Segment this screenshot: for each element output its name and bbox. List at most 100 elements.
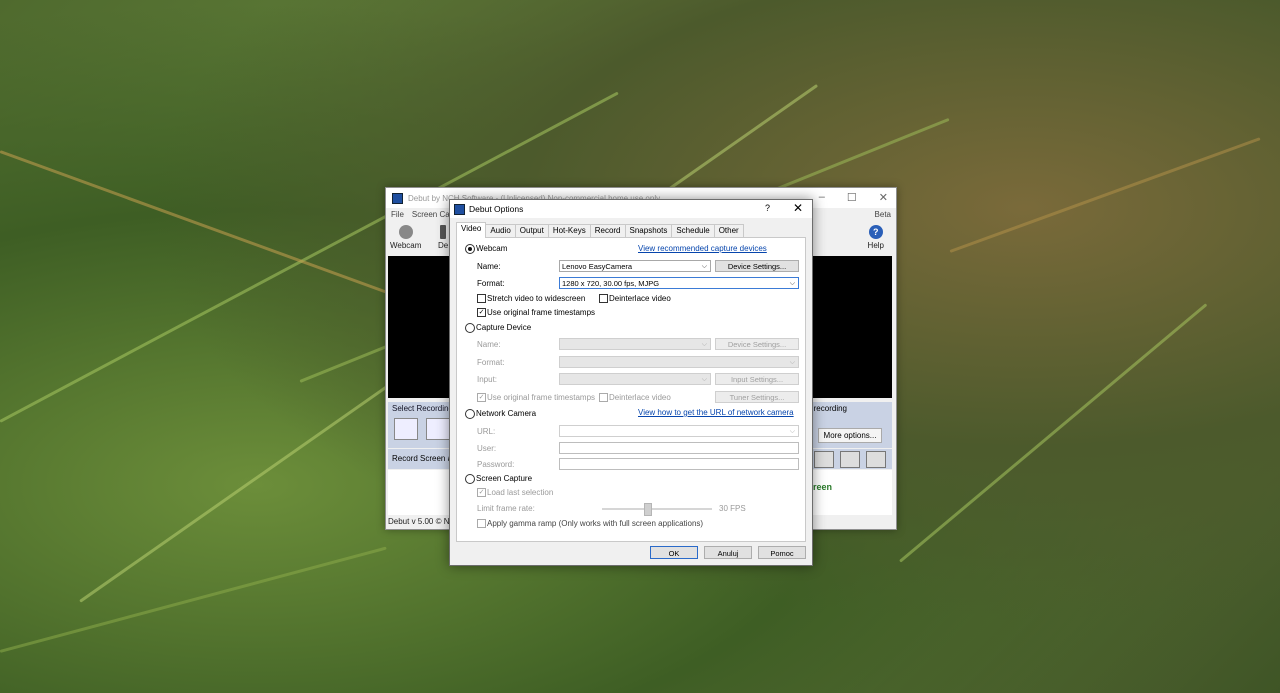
help-icon: ? bbox=[868, 225, 883, 239]
color-icon[interactable] bbox=[814, 451, 834, 468]
network-camera-url-link[interactable]: View how to get the URL of network camer… bbox=[638, 408, 794, 417]
main-menu-bar: File Screen Cap bbox=[391, 210, 454, 219]
frame-rate-slider-track[interactable] bbox=[602, 508, 712, 510]
chevron-down-icon: ⌵ bbox=[789, 428, 795, 435]
capture-format-select[interactable]: ⌵ bbox=[559, 356, 799, 368]
user-add-icon[interactable] bbox=[866, 451, 886, 468]
help-icon[interactable]: ? bbox=[765, 203, 770, 213]
tab-output[interactable]: Output bbox=[514, 224, 549, 238]
cancel-button[interactable]: Anuluj bbox=[704, 546, 752, 559]
toolbar-de-label: De bbox=[438, 241, 449, 250]
frame-rate-slider-thumb[interactable] bbox=[644, 503, 652, 516]
minimize-icon[interactable]: – bbox=[819, 191, 825, 204]
status-bar: Debut v 5.00 © NC bbox=[388, 517, 456, 526]
grass-blade bbox=[949, 137, 1261, 253]
chevron-down-icon: ⌵ bbox=[789, 280, 795, 287]
user-label: User: bbox=[477, 444, 497, 453]
help-dialog-button[interactable]: Pomoc bbox=[758, 546, 806, 559]
close-icon[interactable]: ✕ bbox=[879, 191, 888, 204]
debut-app-icon bbox=[454, 203, 465, 215]
load-last-selection-checkbox[interactable]: ✓ bbox=[477, 488, 486, 497]
chevron-down-icon: ⌵ bbox=[701, 341, 707, 348]
capture-timestamps-checkbox[interactable]: ✓ bbox=[477, 393, 486, 402]
tuner-settings-button[interactable]: Tuner Settings... bbox=[715, 391, 799, 403]
load-last-selection-label: Load last selection bbox=[487, 488, 554, 497]
capture-input-label: Input: bbox=[477, 375, 498, 384]
select-window-button[interactable] bbox=[426, 418, 450, 440]
webcam-icon bbox=[398, 225, 413, 239]
capture-device-radio-label: Capture Device bbox=[476, 323, 532, 332]
debut-app-icon bbox=[392, 192, 403, 204]
webcam-format-select[interactable]: 1280 x 720, 30.00 fps, MJPG ⌵ bbox=[559, 277, 799, 289]
capture-format-label: Format: bbox=[477, 358, 505, 367]
url-combo[interactable]: ⌵ bbox=[559, 425, 799, 437]
toolbar-icon bbox=[440, 225, 447, 239]
tab-schedule[interactable]: Schedule bbox=[671, 224, 715, 238]
tab-hot-keys[interactable]: Hot-Keys bbox=[547, 224, 591, 238]
capture-timestamps-label: Use original frame timestamps bbox=[487, 393, 596, 402]
stretch-widescreen-checkbox[interactable] bbox=[477, 294, 486, 303]
webcam-name-label: Name: bbox=[477, 262, 501, 271]
tab-video[interactable]: Video bbox=[456, 222, 487, 238]
tab-record[interactable]: Record bbox=[589, 224, 626, 238]
tab-snapshots[interactable]: Snapshots bbox=[624, 224, 673, 238]
video-tab-panel: Webcam View recommended capture devices … bbox=[456, 237, 806, 542]
input-settings-button[interactable]: Input Settings... bbox=[715, 373, 799, 385]
capture-deinterlace-label: Deinterlace video bbox=[609, 393, 671, 402]
gamma-ramp-checkbox[interactable] bbox=[477, 519, 486, 528]
webcam-timestamps-label: Use original frame timestamps bbox=[487, 308, 596, 317]
network-camera-radio-label: Network Camera bbox=[476, 409, 537, 418]
chevron-down-icon: ⌵ bbox=[701, 263, 707, 270]
select-region-button[interactable] bbox=[394, 418, 418, 440]
webcam-name-value: Lenovo EasyCamera bbox=[562, 262, 633, 271]
dialog-title-bar[interactable]: Debut Options ? ✕ bbox=[450, 200, 812, 218]
capture-name-select[interactable]: ⌵ bbox=[559, 338, 711, 350]
user-field[interactable] bbox=[559, 442, 799, 454]
webcam-timestamps-checkbox[interactable]: ✓ bbox=[477, 308, 486, 317]
window-controls: – ☐ ✕ bbox=[819, 191, 888, 204]
capture-device-radio[interactable] bbox=[465, 323, 475, 333]
webcam-deinterlace-checkbox[interactable] bbox=[599, 294, 608, 303]
password-field[interactable] bbox=[559, 458, 799, 470]
screen-capture-radio[interactable] bbox=[465, 474, 475, 484]
webcam-button[interactable]: Webcam bbox=[390, 225, 421, 250]
capture-device-settings-button[interactable]: Device Settings... bbox=[715, 338, 799, 350]
webcam-radio[interactable] bbox=[465, 244, 475, 254]
close-icon[interactable]: ✕ bbox=[793, 201, 803, 215]
tab-other[interactable]: Other bbox=[713, 224, 744, 238]
menu-screen-capture[interactable]: Screen Cap bbox=[412, 210, 454, 219]
webcam-radio-label: Webcam bbox=[476, 244, 508, 253]
output-icons bbox=[814, 451, 886, 468]
webcam-name-select[interactable]: Lenovo EasyCamera ⌵ bbox=[559, 260, 711, 272]
password-label: Password: bbox=[477, 460, 515, 469]
capture-name-label: Name: bbox=[477, 340, 501, 349]
record-screen-label: Record Screen as bbox=[392, 454, 457, 463]
url-label: URL: bbox=[477, 427, 496, 436]
help-button-label: Help bbox=[867, 241, 884, 250]
maximize-icon[interactable]: ☐ bbox=[847, 191, 857, 204]
toolbar-button-de[interactable]: De bbox=[438, 225, 448, 250]
stretch-widescreen-label: Stretch video to widescreen bbox=[487, 294, 586, 303]
grass-blade bbox=[0, 546, 387, 653]
capture-deinterlace-checkbox[interactable] bbox=[599, 393, 608, 402]
more-options-button[interactable]: More options... bbox=[818, 428, 882, 443]
network-camera-radio[interactable] bbox=[465, 409, 475, 419]
options-tabs: Video Audio Output Hot-Keys Record Snaps… bbox=[456, 222, 744, 238]
ok-button[interactable]: OK bbox=[650, 546, 698, 559]
recommended-devices-link[interactable]: View recommended capture devices bbox=[638, 244, 767, 253]
chevron-down-icon: ⌵ bbox=[701, 376, 707, 383]
tab-audio[interactable]: Audio bbox=[485, 224, 516, 238]
gamma-ramp-label: Apply gamma ramp (Only works with full s… bbox=[487, 519, 704, 528]
help-button[interactable]: ? Help bbox=[868, 225, 884, 250]
dialog-title: Debut Options bbox=[469, 204, 524, 214]
webcam-deinterlace-label: Deinterlace video bbox=[609, 294, 671, 303]
webcam-format-label: Format: bbox=[477, 279, 505, 288]
chevron-down-icon: ⌵ bbox=[789, 359, 795, 366]
fps-value: 30 FPS bbox=[719, 504, 746, 513]
capture-input-select[interactable]: ⌵ bbox=[559, 373, 711, 385]
video-effects-icon[interactable] bbox=[840, 451, 860, 468]
webcam-device-settings-button[interactable]: Device Settings... bbox=[715, 260, 799, 272]
screen-capture-radio-label: Screen Capture bbox=[476, 474, 533, 483]
menu-file[interactable]: File bbox=[391, 210, 404, 219]
webcam-button-label: Webcam bbox=[390, 241, 422, 250]
